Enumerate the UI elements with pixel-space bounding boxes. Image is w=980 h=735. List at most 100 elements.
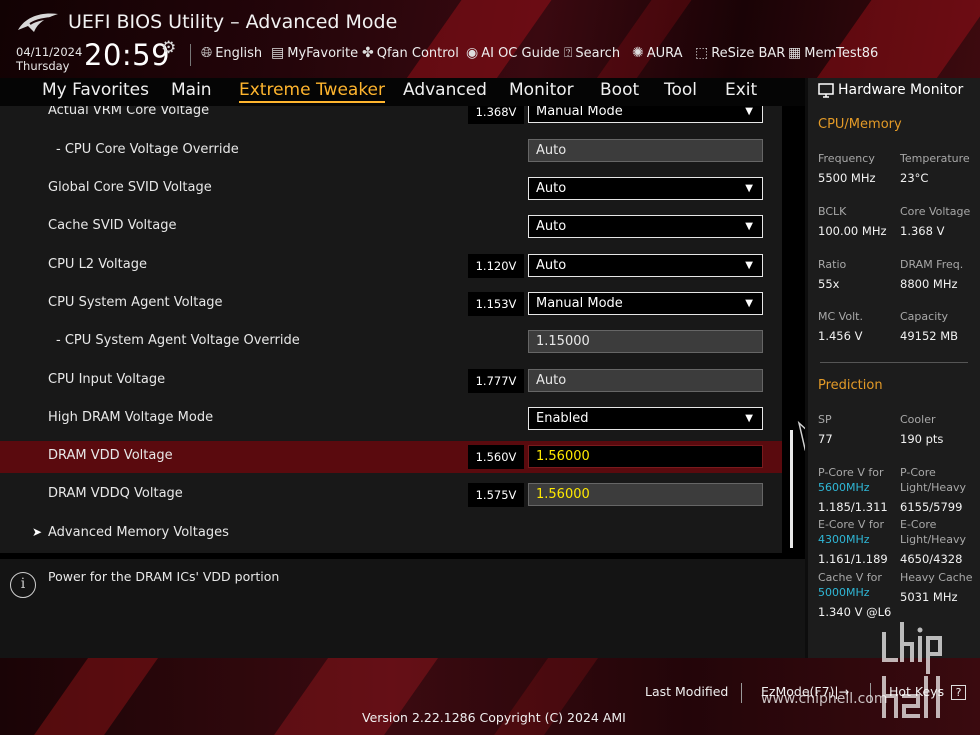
favorite-icon: ▤ — [271, 45, 285, 61]
setting-value-field[interactable]: Auto — [528, 369, 763, 392]
fan-icon: ✤ — [362, 45, 374, 61]
dropdown-value: Auto — [536, 181, 567, 196]
tab-monitor[interactable]: Monitor — [509, 80, 574, 100]
ecore-lh-label: E-Core Light/Heavy — [900, 517, 966, 547]
rog-logo — [18, 13, 58, 32]
pcore-lh-label-2: Light/Heavy — [900, 481, 966, 494]
setting-dropdown[interactable]: Manual Mode ▼ — [528, 106, 763, 123]
tab-tool[interactable]: Tool — [664, 80, 697, 100]
setting-label: Cache SVID Voltage — [48, 218, 177, 233]
resize-bar-label: ReSize BAR — [711, 45, 786, 61]
tab-boot[interactable]: Boot — [600, 80, 639, 100]
core-voltage-value: 1.368 V — [900, 224, 945, 238]
myfavorite-button[interactable]: ▤ MyFavorite — [271, 45, 358, 61]
frequency-label: Frequency — [818, 152, 875, 165]
aura-label: AURA — [646, 45, 683, 61]
setting-row-dram-vddq-voltage[interactable]: DRAM VDDQ Voltage 1.575V 1.56000 — [0, 479, 782, 511]
search-button[interactable]: ⍰ Search — [564, 45, 620, 61]
tab-exit[interactable]: Exit — [725, 80, 757, 100]
search-label: Search — [575, 45, 621, 61]
setting-dropdown[interactable]: Auto ▼ — [528, 254, 763, 277]
voltage-readout: 1.368V — [468, 106, 524, 124]
setting-edit-field[interactable]: 1.56000 — [528, 445, 763, 468]
memtest-icon: ▦ — [788, 45, 802, 61]
ai-oc-guide-button[interactable]: ◉ AI OC Guide — [466, 45, 560, 61]
footer-bar: Last Modified EzMode(F7)|→ Hot Keys ? Ve… — [0, 658, 980, 735]
setting-value-field[interactable]: 1.56000 — [528, 483, 763, 506]
voltage-readout: 1.777V — [468, 369, 524, 393]
capacity-label: Capacity — [900, 310, 949, 323]
toolbar-divider — [190, 44, 191, 66]
setting-row-dram-vdd-voltage[interactable]: DRAM VDD Voltage 1.560V 1.56000 — [0, 441, 782, 473]
date-display: 04/11/2024 Thursday — [16, 45, 82, 73]
cache-v-label-text: Cache V for — [818, 571, 882, 584]
memtest86-button[interactable]: ▦ MemTest86 — [788, 45, 878, 61]
language-button[interactable]: 🌐︎ English — [201, 45, 262, 61]
setting-value-field[interactable]: 1.15000 — [528, 330, 763, 353]
tab-advanced[interactable]: Advanced — [403, 80, 487, 100]
setting-dropdown[interactable]: Manual Mode ▼ — [528, 292, 763, 315]
resize-bar-button[interactable]: ⬚ ReSize BAR — [695, 45, 785, 61]
setting-value-field[interactable]: Auto — [528, 139, 763, 162]
prediction-section-title: Prediction — [818, 378, 883, 393]
dropdown-value: Manual Mode — [536, 296, 623, 311]
sp-value: 77 — [818, 432, 833, 446]
tab-main[interactable]: Main — [171, 80, 212, 100]
setting-row-cpu-system-agent-voltage-override[interactable]: - CPU System Agent Voltage Override 1.15… — [0, 326, 782, 358]
memtest86-label: MemTest86 — [804, 45, 879, 61]
watermark-site: www.chiphell.com — [761, 691, 888, 707]
temperature-label: Temperature — [900, 152, 970, 165]
pcore-v-label-text: P-Core V for — [818, 466, 884, 479]
dropdown-value: Auto — [536, 219, 567, 234]
chevron-right-icon: ➤ — [32, 525, 43, 539]
settings-scrollbar[interactable] — [790, 430, 793, 548]
setting-row-cpu-l2-voltage[interactable]: CPU L2 Voltage 1.120V Auto ▼ — [0, 250, 782, 282]
setting-row-cache-svid-voltage[interactable]: Cache SVID Voltage Auto ▼ — [0, 211, 782, 243]
qfan-control-button[interactable]: ✤ Qfan Control — [362, 45, 459, 61]
ratio-value: 55x — [818, 277, 840, 291]
ecore-lh-label-2: Light/Heavy — [900, 533, 966, 546]
myfavorite-label: MyFavorite — [287, 45, 359, 61]
cpu-memory-section-title: CPU/Memory — [818, 117, 902, 132]
ecore-v-label-text: E-Core V for — [818, 518, 885, 531]
setting-label: DRAM VDDQ Voltage — [48, 486, 183, 501]
setting-dropdown[interactable]: Enabled ▼ — [528, 407, 763, 430]
setting-row-high-dram-voltage-mode[interactable]: High DRAM Voltage Mode Enabled ▼ — [0, 403, 782, 435]
clock-time: 20:59 — [84, 38, 171, 72]
header-bar: UEFI BIOS Utility – Advanced Mode 04/11/… — [0, 0, 980, 78]
dropdown-arrow-icon: ▼ — [745, 106, 753, 117]
footer-divider — [741, 683, 742, 703]
aura-button[interactable]: ✺ AURA — [632, 45, 683, 61]
dropdown-arrow-icon: ▼ — [745, 413, 753, 424]
resize-bar-icon: ⬚ — [695, 45, 709, 61]
sp-label: SP — [818, 413, 832, 426]
setting-label: - CPU System Agent Voltage Override — [56, 333, 300, 348]
language-label: English — [215, 45, 263, 61]
date-text: 04/11/2024 — [16, 45, 83, 59]
pcore-v-freq: 5600MHz — [818, 481, 870, 494]
last-modified-button[interactable]: Last Modified — [645, 684, 728, 699]
setting-row-global-core-svid-voltage[interactable]: Global Core SVID Voltage Auto ▼ — [0, 173, 782, 205]
setting-dropdown[interactable]: Auto ▼ — [528, 177, 763, 200]
setting-row-cpu-input-voltage[interactable]: CPU Input Voltage 1.777V Auto — [0, 365, 782, 397]
setting-row-actual-vrm-core-voltage[interactable]: Actual VRM Core Voltage 1.368V Manual Mo… — [0, 106, 782, 128]
hardware-monitor-title: Hardware Monitor — [818, 82, 963, 98]
cache-v-freq: 5000MHz — [818, 586, 870, 599]
clock-settings-gear-icon[interactable]: ⚙ — [161, 38, 176, 58]
dropdown-arrow-icon: ▼ — [745, 221, 753, 232]
setting-dropdown[interactable]: Auto ▼ — [528, 215, 763, 238]
setting-label: CPU System Agent Voltage — [48, 295, 223, 310]
bclk-label: BCLK — [818, 205, 847, 218]
ecore-lh-label-1: E-Core — [900, 518, 937, 531]
setting-row-cpu-core-voltage-override[interactable]: - CPU Core Voltage Override Auto — [0, 135, 782, 167]
tab-my-favorites[interactable]: My Favorites — [42, 80, 149, 100]
pcore-lh-value: 6155/5799 — [900, 500, 963, 514]
dropdown-arrow-icon: ▼ — [745, 298, 753, 309]
tab-extreme-tweaker[interactable]: Extreme Tweaker — [239, 80, 386, 103]
dropdown-value: Manual Mode — [536, 106, 623, 119]
monitor-icon — [818, 82, 834, 98]
setting-row-cpu-system-agent-voltage[interactable]: CPU System Agent Voltage 1.153V Manual M… — [0, 288, 782, 320]
cache-v-value: 1.340 V @L6 — [818, 605, 892, 619]
submenu-advanced-memory-voltages[interactable]: ➤ Advanced Memory Voltages — [0, 518, 782, 550]
help-panel: i Power for the DRAM ICs' VDD portion — [0, 559, 805, 658]
